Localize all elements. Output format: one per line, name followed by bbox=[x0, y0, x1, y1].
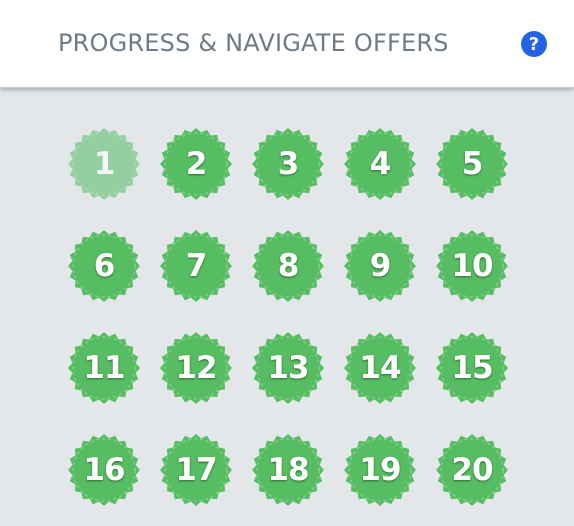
offer-badge-2[interactable]: 2 bbox=[159, 127, 233, 201]
offer-badge-17[interactable]: 17 bbox=[159, 433, 233, 507]
offer-badge-14[interactable]: 14 bbox=[343, 331, 417, 405]
offer-badge-16[interactable]: 16 bbox=[67, 433, 141, 507]
offer-number: 16 bbox=[83, 452, 125, 488]
offer-badge-6[interactable]: 6 bbox=[67, 229, 141, 303]
offer-badge-4[interactable]: 4 bbox=[343, 127, 417, 201]
offer-badge-18[interactable]: 18 bbox=[251, 433, 325, 507]
offer-badge-7[interactable]: 7 bbox=[159, 229, 233, 303]
offer-number: 19 bbox=[359, 452, 401, 488]
offer-number: 10 bbox=[451, 248, 493, 284]
offer-number: 1 bbox=[93, 146, 116, 182]
offer-number: 14 bbox=[359, 350, 401, 386]
help-button[interactable]: ? bbox=[520, 30, 548, 58]
offer-number: 15 bbox=[451, 350, 493, 386]
offer-number: 12 bbox=[175, 350, 217, 386]
offer-number: 18 bbox=[267, 452, 309, 488]
offer-number: 3 bbox=[277, 146, 300, 182]
offer-number: 13 bbox=[267, 350, 309, 386]
offer-number: 5 bbox=[461, 146, 484, 182]
offer-number: 2 bbox=[185, 146, 208, 182]
offer-badge-9[interactable]: 9 bbox=[343, 229, 417, 303]
svg-text:?: ? bbox=[529, 34, 539, 55]
offer-badge-11[interactable]: 11 bbox=[67, 331, 141, 405]
page-title: PROGRESS & NAVIGATE OFFERS bbox=[58, 29, 449, 57]
offer-badge-19[interactable]: 19 bbox=[343, 433, 417, 507]
offer-badge-3[interactable]: 3 bbox=[251, 127, 325, 201]
offer-number: 7 bbox=[185, 248, 208, 284]
offer-number: 20 bbox=[451, 452, 493, 488]
offer-number: 11 bbox=[83, 350, 125, 386]
offer-number: 6 bbox=[93, 248, 116, 284]
offer-number: 8 bbox=[277, 248, 300, 284]
question-circle-icon: ? bbox=[521, 31, 547, 57]
offer-badge-12[interactable]: 12 bbox=[159, 331, 233, 405]
offer-number: 9 bbox=[369, 248, 392, 284]
offer-badge-1[interactable]: 1 bbox=[67, 127, 141, 201]
offer-badge-20[interactable]: 20 bbox=[435, 433, 509, 507]
header-bar: PROGRESS & NAVIGATE OFFERS ? bbox=[0, 0, 574, 88]
offer-number: 17 bbox=[175, 452, 217, 488]
offer-number: 4 bbox=[369, 146, 392, 182]
offer-grid: 1 2 3 4 5 6 7 8 9 10 11 12 13 14 15 16 17 18 19 20 bbox=[0, 88, 574, 526]
offer-badge-10[interactable]: 10 bbox=[435, 229, 509, 303]
offer-badge-15[interactable]: 15 bbox=[435, 331, 509, 405]
offer-badge-5[interactable]: 5 bbox=[435, 127, 509, 201]
offer-badge-8[interactable]: 8 bbox=[251, 229, 325, 303]
offer-badge-13[interactable]: 13 bbox=[251, 331, 325, 405]
